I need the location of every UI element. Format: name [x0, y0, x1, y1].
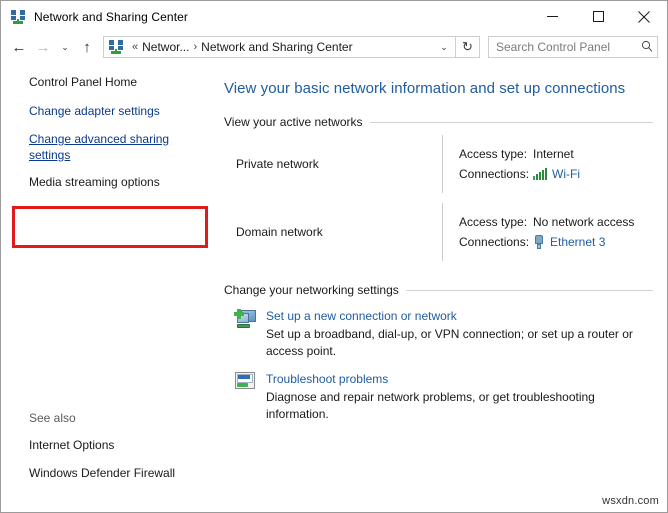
- set-up-new-connection-description: Set up a broadband, dial-up, or VPN conn…: [266, 326, 653, 360]
- setting-body: Troubleshoot problems Diagnose and repai…: [258, 371, 653, 423]
- breadcrumb-overflow-icon[interactable]: «: [132, 41, 138, 53]
- ethernet-plug-icon: [533, 235, 545, 249]
- troubleshoot-problems-link[interactable]: Troubleshoot problems: [266, 371, 653, 387]
- access-type-value: No network access: [533, 212, 634, 232]
- search-box[interactable]: Search Control Panel: [488, 36, 658, 58]
- connection-link-wifi[interactable]: Wi-Fi: [552, 164, 580, 184]
- chevron-down-icon: ⌄: [61, 42, 69, 53]
- network-icon: [10, 9, 26, 25]
- new-connection-icon: [224, 308, 258, 360]
- see-also-title: See also: [1, 411, 217, 425]
- window-controls: [529, 1, 667, 32]
- search-input[interactable]: Search Control Panel: [496, 40, 641, 54]
- network-details: Access type: No network access Connectio…: [443, 199, 653, 265]
- address-bar: ← → ⌄ ↑ « Networ... › Network and Sharin…: [1, 32, 667, 62]
- section-divider: [370, 122, 653, 123]
- connections-label: Connections:: [459, 232, 533, 252]
- search-icon: [641, 40, 653, 55]
- wifi-signal-icon: [533, 168, 547, 180]
- up-arrow-icon: ↑: [83, 40, 91, 55]
- sidebar-item-change-advanced-sharing-settings[interactable]: Change advanced sharing settings: [1, 131, 189, 163]
- up-button[interactable]: ↑: [75, 35, 99, 59]
- refresh-button[interactable]: ↻: [456, 36, 480, 58]
- close-button[interactable]: [621, 1, 667, 32]
- breadcrumb-dropdown-icon[interactable]: ⌄: [435, 37, 453, 57]
- list-item: Troubleshoot problems Diagnose and repai…: [224, 371, 653, 423]
- breadcrumb-separator-icon[interactable]: ›: [193, 41, 197, 53]
- main-panel: View your basic network information and …: [217, 62, 667, 512]
- window-title: Network and Sharing Center: [34, 10, 188, 24]
- page-title: View your basic network information and …: [224, 80, 653, 97]
- network-name: Domain network: [224, 199, 442, 265]
- section-divider: [406, 290, 653, 291]
- recent-locations-button[interactable]: ⌄: [55, 35, 75, 59]
- breadcrumb-network-icon: [108, 39, 124, 55]
- connections-label: Connections:: [459, 164, 533, 184]
- breadcrumb-parent[interactable]: Networ...: [142, 40, 189, 54]
- minimize-button[interactable]: [529, 1, 575, 32]
- see-also-section: See also Internet Options Windows Defend…: [1, 411, 217, 494]
- networking-settings-title: Change your networking settings: [224, 283, 399, 297]
- network-name: Private network: [224, 131, 442, 197]
- access-type-label: Access type:: [459, 144, 533, 164]
- troubleshoot-icon: [224, 371, 258, 423]
- active-networks-section-header: View your active networks: [224, 115, 653, 129]
- connections-line: Connections: Wi-Fi: [459, 164, 653, 184]
- access-type-line: Access type: No network access: [459, 212, 653, 232]
- title-bar: Network and Sharing Center: [1, 1, 667, 32]
- highlight-annotation-box: [12, 206, 208, 248]
- access-type-line: Access type: Internet: [459, 144, 653, 164]
- maximize-button[interactable]: [575, 1, 621, 32]
- back-arrow-icon: ←: [12, 40, 27, 55]
- set-up-new-connection-link[interactable]: Set up a new connection or network: [266, 308, 653, 324]
- forward-arrow-icon: →: [36, 40, 51, 55]
- network-details: Access type: Internet Connections: Wi-Fi: [443, 131, 653, 197]
- connections-line: Connections: Ethernet 3: [459, 232, 653, 252]
- content-area: Control Panel Home Change adapter settin…: [1, 62, 667, 512]
- network-row: Domain network Access type: No network a…: [224, 199, 653, 265]
- list-item: Set up a new connection or network Set u…: [224, 308, 653, 360]
- networking-settings-list: Set up a new connection or network Set u…: [224, 308, 653, 423]
- network-and-sharing-center-window: Network and Sharing Center ← → ⌄ ↑: [0, 0, 668, 513]
- back-button[interactable]: ←: [7, 35, 31, 59]
- breadcrumb[interactable]: « Networ... › Network and Sharing Center…: [103, 36, 456, 58]
- sidebar-item-change-adapter-settings[interactable]: Change adapter settings: [1, 103, 217, 119]
- sidebar-item-internet-options[interactable]: Internet Options: [1, 438, 217, 453]
- sidebar-item-windows-defender-firewall[interactable]: Windows Defender Firewall: [1, 466, 217, 481]
- networking-settings-section-header: Change your networking settings: [224, 283, 653, 297]
- troubleshoot-problems-description: Diagnose and repair network problems, or…: [266, 389, 653, 423]
- active-networks-title: View your active networks: [224, 115, 363, 129]
- watermark: wsxdn.com: [602, 495, 659, 507]
- access-type-value: Internet: [533, 144, 574, 164]
- breadcrumb-current[interactable]: Network and Sharing Center: [201, 40, 352, 54]
- sidebar: Control Panel Home Change adapter settin…: [1, 62, 217, 512]
- connection-link-ethernet[interactable]: Ethernet 3: [550, 232, 605, 252]
- refresh-icon: ↻: [462, 39, 473, 55]
- access-type-label: Access type:: [459, 212, 533, 232]
- sidebar-item-control-panel-home[interactable]: Control Panel Home: [1, 75, 217, 90]
- forward-button[interactable]: →: [31, 35, 55, 59]
- sidebar-item-media-streaming-options[interactable]: Media streaming options: [1, 175, 217, 190]
- setting-body: Set up a new connection or network Set u…: [258, 308, 653, 360]
- network-row: Private network Access type: Internet Co…: [224, 131, 653, 197]
